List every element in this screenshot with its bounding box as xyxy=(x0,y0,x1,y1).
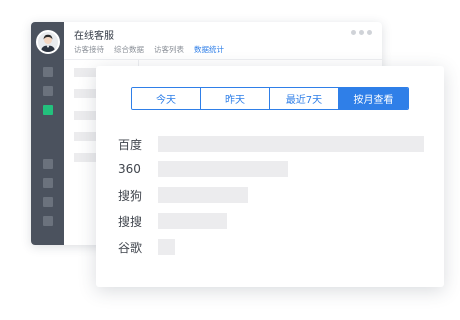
source-bar xyxy=(158,213,227,229)
user-avatar-icon xyxy=(38,32,58,52)
range-today-button[interactable]: 今天 xyxy=(132,88,201,109)
tab-statistics[interactable]: 数据统计 xyxy=(194,44,224,60)
statistics-panel: 今天 昨天 最近7天 按月查看 百度 360 搜狗 搜搜 谷歌 xyxy=(96,66,444,287)
sidebar-nav-item[interactable] xyxy=(43,67,53,77)
source-bar xyxy=(158,161,288,177)
sidebar-nav-item[interactable] xyxy=(43,86,53,96)
tab-overview-data[interactable]: 综合数据 xyxy=(114,44,144,60)
source-bar xyxy=(158,239,175,255)
tab-visitor-reception[interactable]: 访客接待 xyxy=(74,44,104,60)
source-row: 百度 xyxy=(118,135,424,153)
source-bar xyxy=(158,187,248,203)
sidebar-nav-item[interactable] xyxy=(43,197,53,207)
range-last-7-days-button[interactable]: 最近7天 xyxy=(270,88,339,109)
sidebar-nav-item[interactable] xyxy=(43,178,53,188)
source-label: 360 xyxy=(118,162,141,176)
range-yesterday-button[interactable]: 昨天 xyxy=(201,88,270,109)
source-label: 百度 xyxy=(118,137,143,152)
source-row: 搜狗 xyxy=(118,186,248,204)
sidebar-nav-item-active[interactable] xyxy=(43,105,53,115)
more-options-icon[interactable] xyxy=(351,30,372,35)
tab-visitor-list[interactable]: 访客列表 xyxy=(154,44,184,60)
window-title: 在线客服 xyxy=(74,31,114,42)
source-row: 谷歌 xyxy=(118,238,175,256)
source-row: 360 xyxy=(118,160,288,178)
source-label: 搜狗 xyxy=(118,188,143,203)
range-by-month-button[interactable]: 按月查看 xyxy=(339,88,408,109)
source-bar xyxy=(158,136,424,152)
source-label: 搜搜 xyxy=(118,214,143,229)
avatar[interactable] xyxy=(36,30,60,54)
tab-bar: 访客接待 综合数据 访客列表 数据统计 xyxy=(74,44,224,60)
sidebar-nav-item[interactable] xyxy=(43,159,53,169)
sidebar xyxy=(31,22,64,245)
date-range-selector: 今天 昨天 最近7天 按月查看 xyxy=(131,87,409,110)
sidebar-nav-item[interactable] xyxy=(43,216,53,226)
source-row: 搜搜 xyxy=(118,212,227,230)
source-label: 谷歌 xyxy=(118,240,143,255)
